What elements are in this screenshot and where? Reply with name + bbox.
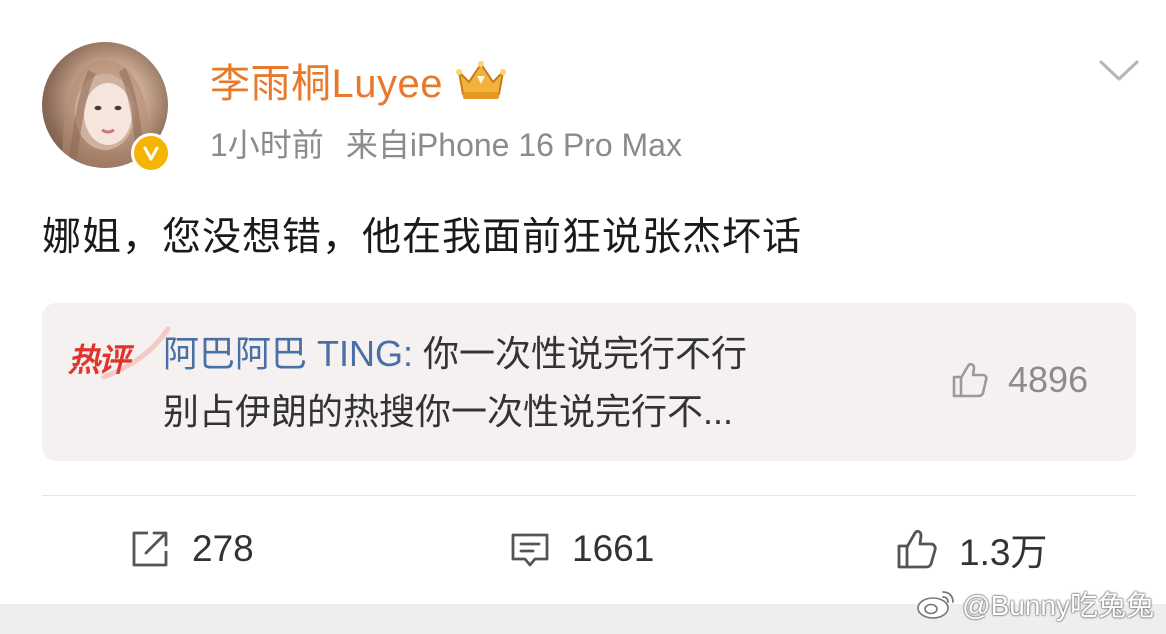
hot-comment-label: 热评 [68, 341, 130, 379]
like-count: 1.3万 [959, 532, 1048, 573]
post-time: 1小时前 [210, 127, 324, 163]
hot-comment-body: 阿巴阿巴 TING: 你一次性说完行不行 别占伊朗的热搜你一次性说完行不... [163, 325, 883, 441]
commenter-name[interactable]: 阿巴阿巴 TING [163, 333, 403, 374]
comment-text-line-1: 你一次性说完行不行 [423, 333, 748, 374]
weibo-post: 李雨桐Luyee 1小时前 来自iPhone 16 Pro Max 娜姐，您没想错… [0, 0, 1166, 604]
hot-comment-line-1: 阿巴阿巴 TING: 你一次性说完行不行 [163, 325, 883, 383]
username-row: 李雨桐Luyee [210, 52, 509, 108]
share-icon [132, 531, 168, 567]
comment-count: 1661 [572, 528, 655, 569]
weibo-logo-icon [917, 591, 955, 619]
divider [42, 495, 1136, 496]
hot-comment-card[interactable]: 热评 阿巴阿巴 TING: 你一次性说完行不行 别占伊朗的热搜你一次性说完行不.… [42, 303, 1136, 461]
crown-badge-icon[interactable] [453, 58, 509, 102]
comment-icon [511, 533, 549, 567]
comment-button[interactable]: 1661 [508, 522, 654, 576]
share-count: 278 [192, 528, 254, 569]
post-meta: 1小时前 来自iPhone 16 Pro Max [210, 120, 682, 166]
comment-text-line-2: 别占伊朗的热搜你一次性说完行不... [163, 391, 734, 432]
comment-like-count: 4896 [1008, 359, 1089, 400]
thumbs-up-icon [952, 362, 988, 398]
share-button[interactable]: 278 [128, 522, 254, 576]
thumbs-up-icon [897, 529, 937, 569]
post-source: 来自iPhone 16 Pro Max [345, 127, 682, 163]
username[interactable]: 李雨桐Luyee [210, 51, 443, 109]
watermark-text: @Bunny吃兔兔 [962, 590, 1154, 621]
hot-comment-tag: 热评 [64, 325, 171, 380]
verified-v-icon [131, 133, 171, 173]
like-button[interactable]: 1.3万 [895, 522, 1047, 576]
watermark: @Bunny吃兔兔 [916, 584, 1154, 624]
comment-like-button[interactable]: 4896 [950, 355, 1088, 405]
commenter-separator: : [403, 333, 424, 374]
post-text: 娜姐，您没想错，他在我面前狂说张杰坏话 [42, 216, 803, 259]
chevron-down-icon[interactable] [1098, 58, 1140, 84]
